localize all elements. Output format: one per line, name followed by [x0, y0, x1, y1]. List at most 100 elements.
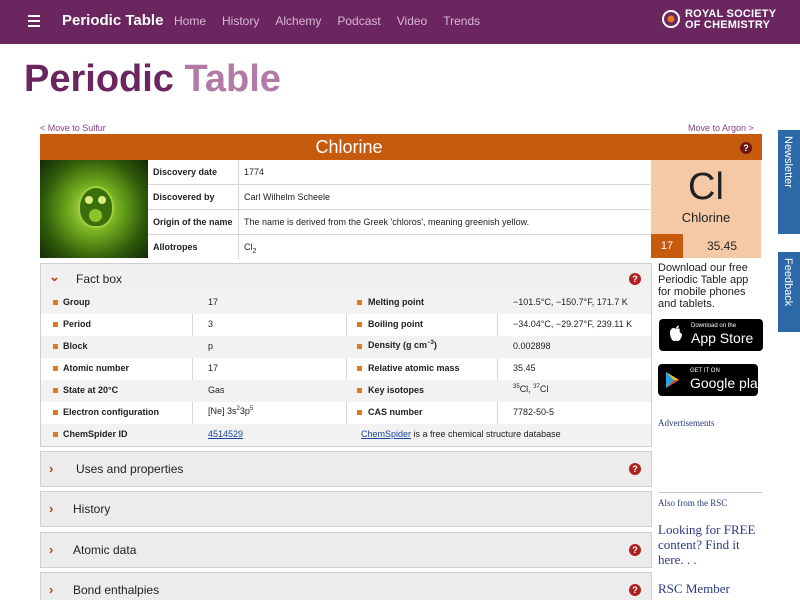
fact-value: 17 — [208, 363, 219, 373]
fact-key: Atomic number — [63, 363, 130, 373]
info-row: Origin of the name The name is derived f… — [148, 210, 650, 235]
info-value: 1774 — [244, 167, 265, 177]
advertisements-label: Advertisements — [658, 418, 715, 428]
app-store-small-text: Download on the — [691, 323, 737, 329]
element-tile: Cl Chlorine 17 35.45 — [651, 160, 761, 258]
help-icon[interactable]: ? — [629, 273, 641, 285]
main-nav: Home History Alchemy Podcast Video Trend… — [174, 14, 496, 28]
element-name-heading: Chlorine — [315, 137, 383, 157]
info-row: Discovered by Carl Wilhelm Scheele — [148, 185, 650, 210]
fact-key: Group — [63, 297, 90, 307]
section-bond-enthalpies[interactable]: › Bond enthalpies ? — [40, 572, 652, 600]
element-tile-name: Chlorine — [681, 210, 731, 225]
app-store-big-text: App Store — [691, 330, 754, 346]
fact-row: Block p Density (g cm−3) 0.002898 — [41, 336, 651, 358]
google-play-big-text: Google play — [690, 375, 765, 391]
chevron-right-icon: › — [49, 501, 54, 516]
menu-icon[interactable] — [28, 15, 40, 27]
rsc-logo-line2: OF CHEMISTRY — [685, 19, 771, 31]
allotrope-symbol: Cl — [244, 242, 253, 252]
atomic-number-badge: 17 — [651, 234, 683, 258]
allotrope-subscript: 2 — [252, 247, 257, 255]
next-element-link[interactable]: Move to Argon > — [688, 123, 754, 133]
fact-value: p — [208, 341, 214, 351]
info-key: Origin of the name — [153, 217, 233, 227]
discovery-info-table: Discovery date 1774 Discovered by Carl W… — [148, 160, 650, 259]
app-promo-text: Download our free Periodic Table app for… — [658, 262, 749, 310]
fact-value: −34.04°C, −29.27°F, 239.11 K — [513, 319, 633, 329]
fact-value: 17 — [208, 297, 219, 307]
chemspider-link[interactable]: ChemSpider — [361, 429, 411, 439]
fact-key: Period — [63, 319, 92, 329]
fact-key: Relative atomic mass — [368, 363, 460, 373]
fact-key: ChemSpider ID — [63, 429, 128, 439]
google-play-badge[interactable]: GET IT ON Google play — [658, 364, 765, 396]
chevron-down-icon: ⌄ — [49, 269, 60, 284]
fact-row: Group 17 Melting point −101.5°C, −150.7°… — [41, 292, 651, 314]
fact-box-header[interactable]: ⌄ Fact box ? — [41, 264, 651, 292]
info-key: Discovered by — [153, 192, 215, 202]
nav-history[interactable]: History — [222, 14, 259, 28]
fact-value: [Ne] 3s23p5 — [208, 406, 254, 416]
help-icon[interactable]: ? — [629, 463, 641, 475]
fact-value: 35Cl, 37Cl — [513, 384, 549, 394]
page-title-periodic: Periodic — [24, 58, 174, 100]
fact-key: Melting point — [368, 297, 424, 307]
help-icon[interactable]: ? — [740, 142, 752, 154]
fact-key: Electron configuration — [63, 407, 160, 417]
fact-value: 7782-50-5 — [513, 407, 555, 417]
chevron-right-icon: › — [49, 461, 54, 476]
fact-value: 0.002898 — [513, 341, 551, 351]
apple-icon — [668, 325, 684, 343]
feedback-tab-label: Feedback — [782, 258, 794, 307]
chemspider-id-link[interactable]: 4514529 — [208, 429, 243, 439]
chevron-right-icon: › — [49, 582, 54, 597]
help-icon[interactable]: ? — [629, 544, 641, 556]
fact-value: −101.5°C, −150.7°F, 171.7 K — [513, 297, 628, 307]
fact-value: 3 — [208, 319, 214, 329]
element-name-bar: Chlorine ? — [40, 134, 762, 160]
info-key: Allotropes — [153, 242, 198, 252]
sidebar-divider — [658, 492, 762, 493]
section-history[interactable]: › History — [40, 491, 652, 527]
rsc-logo-icon — [662, 10, 680, 28]
info-value: The name is derived from the Greek 'chlo… — [244, 217, 530, 227]
app-store-badge[interactable]: Download on the App Store — [659, 319, 763, 351]
element-symbol: Cl — [688, 166, 724, 208]
info-row: Discovery date 1774 — [148, 160, 650, 185]
top-navigation-bar: Periodic Table Home History Alchemy Podc… — [0, 0, 800, 44]
feedback-tab[interactable]: Feedback — [778, 252, 800, 332]
fact-key: Key isotopes — [368, 385, 425, 395]
nav-alchemy[interactable]: Alchemy — [275, 14, 321, 28]
fact-key: CAS number — [368, 407, 423, 417]
brand-link[interactable]: Periodic Table — [62, 12, 163, 29]
section-title: Bond enthalpies — [73, 583, 160, 597]
fact-key: Density (g cm−3) — [368, 340, 437, 350]
rsc-member-link[interactable]: RSC Member — [658, 581, 730, 597]
fact-box-title: Fact box — [76, 272, 123, 286]
fact-row: Electron configuration [Ne] 3s23p5 CAS n… — [41, 402, 651, 424]
nav-home[interactable]: Home — [174, 14, 206, 28]
play-store-icon — [665, 371, 681, 394]
section-atomic-data[interactable]: › Atomic data ? — [40, 532, 652, 568]
fact-row: Period 3 Boiling point −34.04°C, −29.27°… — [41, 314, 651, 336]
page-title: Periodic Table — [24, 58, 281, 101]
newsletter-tab[interactable]: Newsletter — [778, 130, 800, 234]
free-content-link[interactable]: Looking for FREE content? Find it here. … — [658, 522, 762, 567]
nav-video[interactable]: Video — [397, 14, 427, 28]
chevron-right-icon: › — [49, 542, 54, 557]
section-uses-and-properties[interactable]: › Uses and properties ? — [40, 451, 652, 487]
nav-trends[interactable]: Trends — [443, 14, 480, 28]
nav-podcast[interactable]: Podcast — [337, 14, 380, 28]
chemspider-note: ChemSpider is a free chemical structure … — [361, 429, 561, 439]
info-value: Cl2 — [244, 242, 256, 255]
google-play-small-text: GET IT ON — [690, 368, 720, 374]
fact-row: Atomic number 17 Relative atomic mass 35… — [41, 358, 651, 380]
gas-mask-icon — [78, 186, 114, 228]
atomic-mass-value: 35.45 — [706, 239, 738, 253]
newsletter-tab-label: Newsletter — [782, 136, 794, 188]
fact-value: 35.45 — [513, 363, 536, 373]
help-icon[interactable]: ? — [629, 584, 641, 596]
prev-element-link[interactable]: < Move to Sulfur — [40, 123, 106, 133]
fact-box-panel: ⌄ Fact box ? Group 17 Melting point −101… — [40, 263, 652, 447]
